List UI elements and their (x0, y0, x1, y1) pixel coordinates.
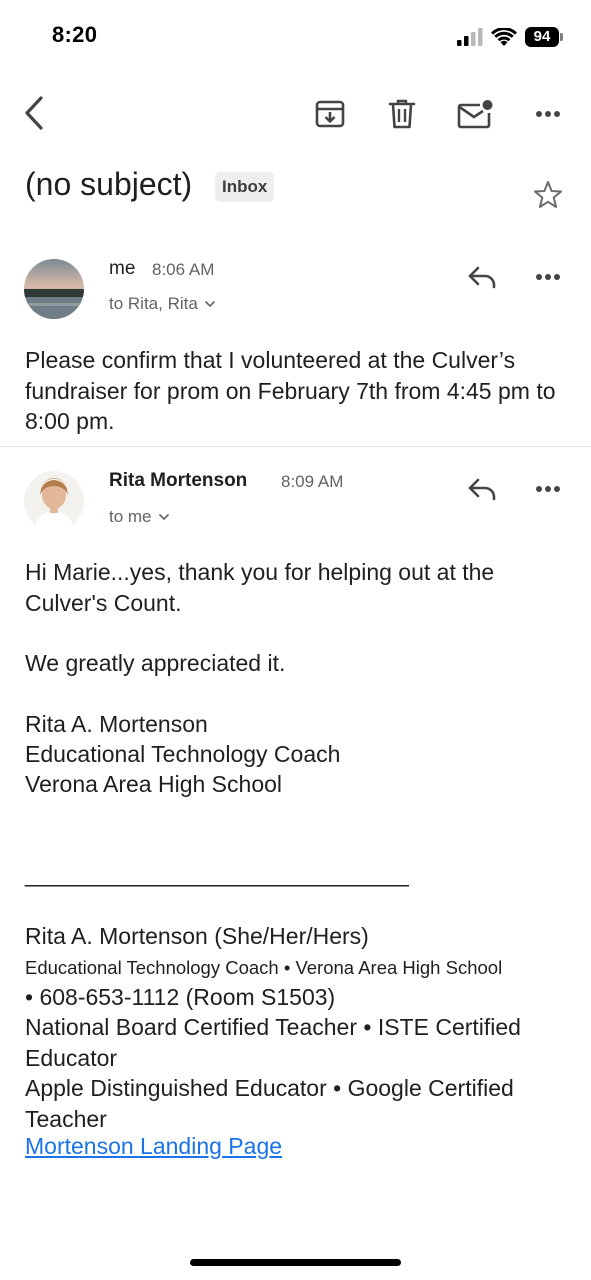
inbox-label-chip[interactable]: Inbox (215, 172, 275, 202)
avatar[interactable] (24, 259, 84, 319)
message-more-button[interactable] (528, 469, 568, 509)
chevron-down-icon (158, 513, 169, 521)
signature-separator: ______________________________ (25, 861, 409, 887)
more-icon (536, 486, 560, 492)
message-time: 8:09 AM (281, 472, 344, 491)
chevron-down-icon (204, 300, 215, 308)
recipients-label: to me (109, 507, 152, 526)
message-more-button[interactable] (528, 257, 568, 297)
signature-certifications: Apple Distinguished Educator • Google Ce… (25, 1075, 514, 1132)
message-time: 8:06 AM (152, 260, 215, 279)
person-avatar-image (24, 471, 84, 531)
message-body-line: We greatly appreciated it. (25, 650, 286, 676)
signature-certifications: National Board Certified Teacher • ISTE … (25, 1014, 521, 1071)
status-icons: 94 (457, 24, 563, 50)
more-icon (536, 274, 560, 280)
signature-title: Educational Technology Coach (25, 741, 341, 767)
landscape-avatar-image (24, 259, 84, 319)
recipients-toggle[interactable]: to me (109, 507, 170, 527)
email-subject: (no subject) (25, 166, 193, 202)
sender-name: me (109, 258, 136, 279)
archive-icon (315, 100, 345, 128)
recipients-toggle[interactable]: to Rita, Rita (109, 294, 216, 314)
star-icon (534, 181, 562, 208)
archive-button[interactable] (310, 94, 350, 134)
battery-level: 94 (525, 27, 559, 47)
mark-unread-icon (457, 100, 493, 129)
battery-tip (560, 33, 563, 41)
status-time: 8:20 (52, 22, 98, 47)
star-button[interactable] (528, 175, 568, 215)
signature-phone: • 608-653-1112 (Room S1503) (25, 984, 336, 1010)
battery-indicator: 94 (525, 27, 563, 47)
signature-full-name: Rita A. Mortenson (She/Her/Hers) (25, 923, 369, 949)
recipients-label: to Rita, Rita (109, 294, 198, 313)
signature-school: Verona Area High School (25, 771, 283, 797)
home-indicator[interactable] (190, 1259, 401, 1266)
message-divider (0, 446, 591, 447)
reply-button[interactable] (462, 257, 502, 297)
reply-icon (468, 478, 496, 501)
message-body: Please confirm that I volunteered at the… (25, 347, 556, 434)
signature-name: Rita A. Mortenson (25, 711, 208, 737)
trash-icon (388, 99, 416, 129)
sender-name: Rita Mortenson (109, 470, 248, 491)
wifi-icon (491, 27, 517, 46)
back-button[interactable] (14, 93, 54, 133)
back-icon (25, 96, 43, 130)
message-body-line: Hi Marie...yes, thank you for helping ou… (25, 559, 495, 616)
delete-button[interactable] (382, 94, 422, 134)
avatar[interactable] (24, 471, 84, 531)
cellular-signal-icon (457, 28, 483, 46)
more-icon (536, 111, 560, 117)
reply-icon (468, 266, 496, 289)
landing-page-link[interactable]: Mortenson Landing Page (25, 1133, 282, 1160)
more-options-button[interactable] (528, 94, 568, 134)
mark-unread-button[interactable] (455, 94, 495, 134)
reply-button[interactable] (462, 469, 502, 509)
signature-role: Educational Technology Coach • Verona Ar… (25, 957, 503, 978)
